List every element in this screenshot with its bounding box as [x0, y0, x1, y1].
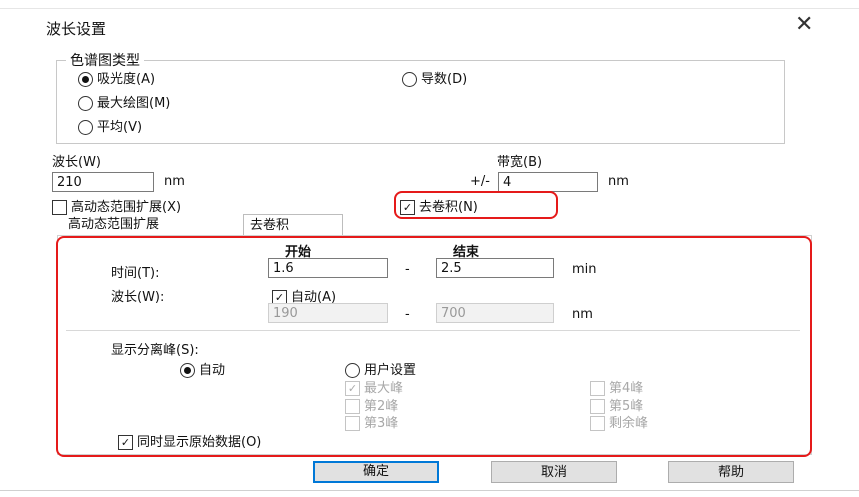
checkbox-unchecked-icon [52, 200, 67, 215]
dialog-title: 波长设置 [46, 20, 107, 38]
peak-3-label: 第3峰 [364, 416, 399, 431]
peak-max-checkbox: ✓ 最大峰 [345, 377, 403, 396]
show-peaks-label: 显示分离峰(S): [111, 343, 199, 358]
radio-average[interactable]: 平均(V) [78, 116, 142, 135]
radio-selected-icon [78, 72, 93, 87]
checkbox-checked-icon: ✓ [400, 200, 415, 215]
peak-4-label: 第4峰 [609, 381, 644, 396]
chart-type-group-label: 色谱图类型 [66, 50, 144, 70]
wave-start-input: 190 [268, 303, 388, 323]
peak-rest-checkbox: 剩余峰 [590, 412, 648, 431]
time-end-input[interactable]: 2.5 [436, 258, 554, 278]
bandwidth-prefix: +/- [470, 174, 490, 189]
radio-max-plot-label: 最大绘图(M) [97, 96, 171, 111]
top-divider [0, 8, 859, 9]
radio-max-plot[interactable]: 最大绘图(M) [78, 92, 170, 111]
wave-dash: - [405, 307, 410, 322]
wavelength-input[interactable]: 210 [52, 172, 154, 192]
bottom-divider [0, 490, 859, 491]
radio-user-peaks[interactable]: 用户设置 [345, 359, 416, 378]
wavelength-label: 波长(W) [52, 155, 101, 170]
checkbox-checked-icon: ✓ [118, 435, 133, 450]
show-raw-checkbox[interactable]: ✓ 同时显示原始数据(O) [118, 431, 261, 450]
time-label: 时间(T): [111, 266, 160, 281]
radio-selected-icon [180, 363, 195, 378]
deconv-checkbox-label: 去卷积(N) [419, 200, 478, 215]
tab-deconvolution[interactable]: 去卷积 [243, 214, 343, 236]
time-unit: min [572, 262, 597, 277]
close-icon[interactable]: ✕ [795, 12, 813, 37]
hdr-checkbox[interactable]: 高动态范围扩展(X) [52, 196, 181, 215]
wave-unit: nm [572, 307, 593, 322]
tab-hdr[interactable]: 高动态范围扩展 [62, 214, 165, 236]
radio-user-peaks-label: 用户设置 [364, 363, 417, 378]
radio-absorbance-label: 吸光度(A) [97, 72, 156, 87]
checkbox-unchecked-icon [590, 416, 605, 431]
radio-unselected-icon [78, 96, 93, 111]
time-dash: - [405, 262, 410, 277]
checkbox-checked-icon: ✓ [345, 381, 360, 396]
peak-3-checkbox: 第3峰 [345, 412, 398, 431]
time-start-input[interactable]: 1.6 [268, 258, 388, 278]
peak-max-label: 最大峰 [364, 381, 404, 396]
hdr-checkbox-label: 高动态范围扩展(X) [71, 200, 182, 215]
bandwidth-label: 带宽(B) [497, 155, 543, 170]
peak-4-checkbox: 第4峰 [590, 377, 643, 396]
deconv-checkbox[interactable]: ✓ 去卷积(N) [400, 196, 478, 215]
panel-separator [66, 330, 800, 331]
radio-auto-peaks[interactable]: 自动 [180, 359, 225, 378]
radio-derivative[interactable]: 导数(D) [402, 68, 467, 87]
radio-unselected-icon [402, 72, 417, 87]
wave-label: 波长(W): [111, 290, 165, 305]
radio-unselected-icon [78, 120, 93, 135]
cancel-button[interactable]: 取消 [491, 461, 617, 483]
help-button[interactable]: 帮助 [668, 461, 794, 483]
wave-end-input: 700 [436, 303, 554, 323]
ok-button[interactable]: 确定 [313, 461, 439, 483]
peak-rest-label: 剩余峰 [609, 416, 649, 431]
wavelength-unit: nm [164, 174, 185, 189]
radio-derivative-label: 导数(D) [421, 72, 468, 87]
bandwidth-input[interactable]: 4 [498, 172, 598, 192]
radio-absorbance[interactable]: 吸光度(A) [78, 68, 155, 87]
checkbox-unchecked-icon [345, 416, 360, 431]
show-raw-label: 同时显示原始数据(O) [137, 435, 262, 450]
checkbox-unchecked-icon [590, 381, 605, 396]
bandwidth-unit: nm [608, 174, 629, 189]
radio-unselected-icon [345, 363, 360, 378]
radio-average-label: 平均(V) [97, 120, 143, 135]
radio-auto-peaks-label: 自动 [199, 363, 226, 378]
